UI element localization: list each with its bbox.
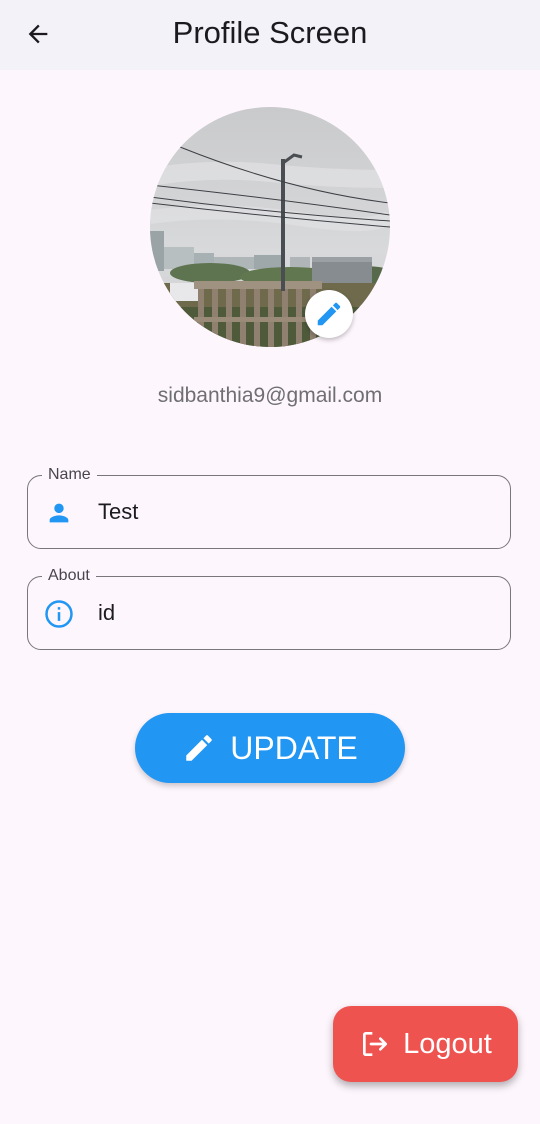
name-field-label: Name: [42, 464, 97, 486]
user-email: sidbanthia9@gmail.com: [157, 384, 383, 407]
profile-photo[interactable]: [150, 107, 390, 347]
name-input[interactable]: [98, 494, 488, 530]
pencil-icon: [186, 735, 213, 761]
logout-button-label: Logout: [403, 1027, 492, 1060]
name-field[interactable]: Name: [27, 464, 511, 549]
page-title: Profile Screen: [172, 15, 368, 50]
edit-photo-button[interactable]: [305, 290, 353, 338]
profile-photo-image: [150, 107, 390, 347]
person-icon: [44, 498, 74, 528]
update-button[interactable]: UPDATE: [135, 713, 405, 783]
logout-button[interactable]: Logout: [333, 1006, 518, 1082]
about-field-label: About: [42, 565, 96, 587]
app-bar: Profile Screen: [0, 0, 540, 70]
logout-icon: [363, 1032, 388, 1056]
update-button-label: UPDATE: [230, 729, 358, 766]
info-icon: [44, 599, 74, 629]
profile-avatar-container: [150, 107, 390, 347]
about-field[interactable]: About: [27, 565, 511, 650]
about-input[interactable]: [98, 595, 488, 631]
pencil-icon: [317, 302, 341, 326]
